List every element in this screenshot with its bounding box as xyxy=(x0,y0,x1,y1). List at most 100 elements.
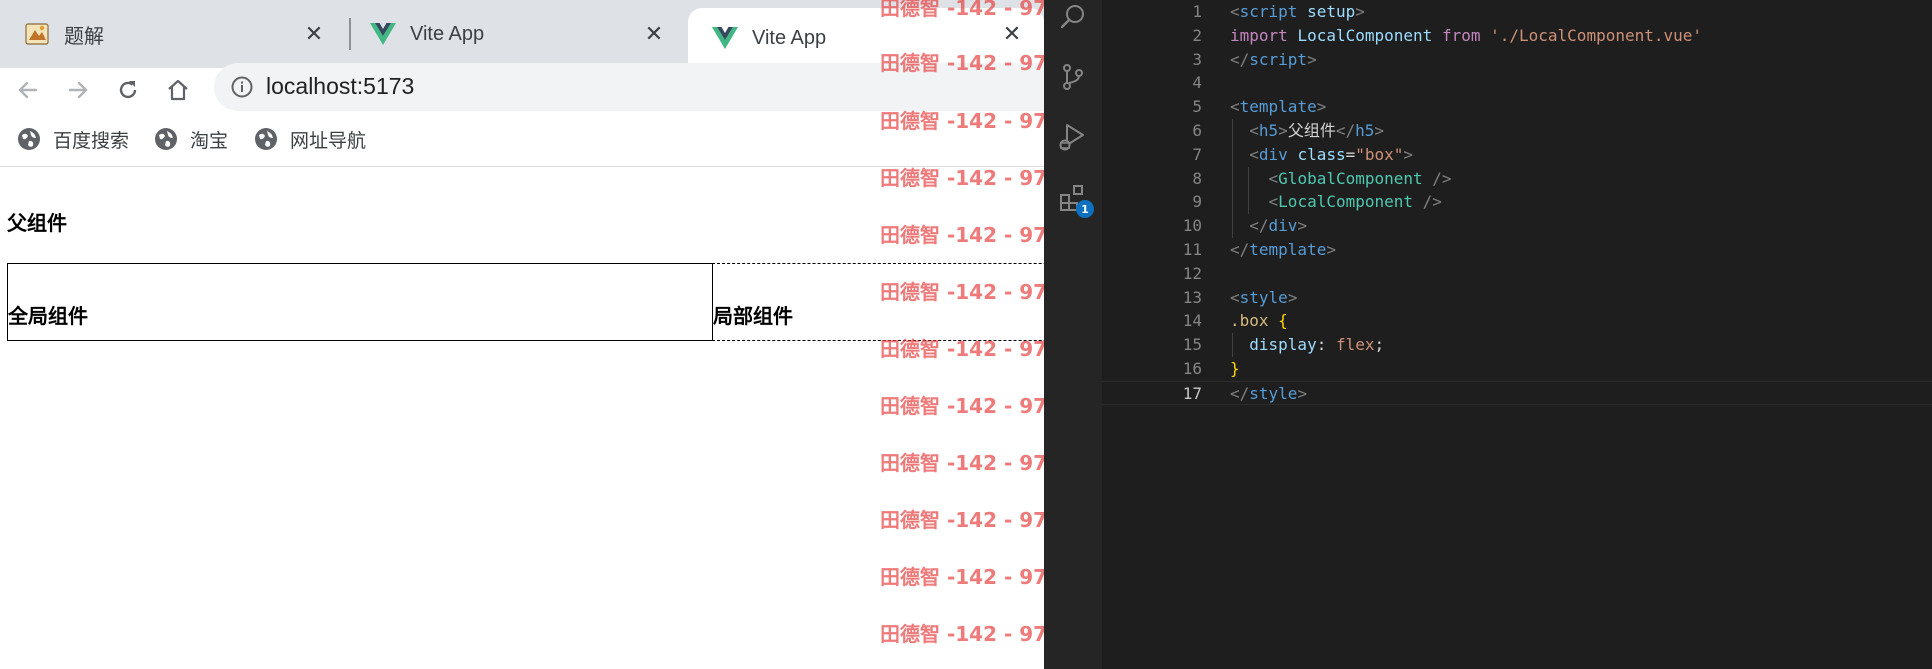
code-line[interactable]: 15 display: flex; xyxy=(1102,333,1932,357)
tab-3-close-icon[interactable]: ✕ xyxy=(998,20,1026,48)
address-bar[interactable]: localhost:5173 xyxy=(214,63,1044,111)
line-number: 1 xyxy=(1192,2,1202,21)
code-token: </ xyxy=(1249,216,1269,236)
code-text: </template> xyxy=(1230,238,1336,262)
reload-icon xyxy=(119,81,137,99)
bookmark-label: 百度搜索 xyxy=(53,129,130,152)
bookmark-baidu[interactable]: 百度搜索 xyxy=(17,124,129,154)
code-line[interactable]: 4 xyxy=(1102,71,1932,95)
home-button[interactable] xyxy=(160,72,196,108)
code-text: .box { xyxy=(1230,309,1288,333)
line-number: 3 xyxy=(1192,49,1202,69)
tab-3-active[interactable]: Vite App ✕ xyxy=(688,8,1044,68)
code-line[interactable]: 6 <h5>父组件</h5> xyxy=(1102,119,1932,143)
code-line[interactable]: 17 </style> xyxy=(1102,380,1932,405)
parent-component-heading: 父组件 xyxy=(7,211,67,235)
code-line[interactable]: 3 </script> xyxy=(1102,48,1932,72)
line-number: 14 xyxy=(1182,311,1202,331)
line-number: 12 xyxy=(1182,263,1202,283)
code-token: style xyxy=(1249,383,1298,403)
code-line[interactable]: 1 <script setup> xyxy=(1102,0,1932,24)
code-token: > xyxy=(1316,97,1327,117)
line-number: 4 xyxy=(1192,73,1202,93)
local-component-title: 局部组件 xyxy=(713,304,794,328)
line-number: 5 xyxy=(1192,97,1202,117)
forward-button[interactable] xyxy=(60,72,96,108)
bookmark-label: 网址导航 xyxy=(290,129,367,152)
code-token: </ xyxy=(1230,240,1250,259)
code-token: </ xyxy=(1230,383,1250,403)
code-line[interactable]: 11 </template> xyxy=(1102,238,1932,262)
code-line[interactable]: 12 xyxy=(1102,262,1932,286)
code-token: LocalComponent xyxy=(1278,192,1423,212)
code-text: </div> xyxy=(1230,214,1307,238)
code-line[interactable]: 8 <GlobalComponent /> xyxy=(1102,167,1932,191)
bookmark-taobao[interactable]: 淘宝 xyxy=(154,124,228,154)
code-line[interactable]: 9 <LocalComponent /> xyxy=(1102,190,1932,214)
indent-guide xyxy=(1248,166,1249,215)
code-token: > xyxy=(1278,121,1288,140)
indent-guide xyxy=(1232,333,1233,357)
code-line[interactable]: 13 <style> xyxy=(1102,286,1932,310)
code-line[interactable]: 10 </div> xyxy=(1102,214,1932,238)
code-token: script xyxy=(1249,49,1308,69)
tab-2-title: Vite App xyxy=(410,22,485,45)
line-number: 13 xyxy=(1182,287,1202,307)
bookmark-label: 淘宝 xyxy=(190,129,229,152)
code-token: < xyxy=(1249,121,1259,140)
code-token: script xyxy=(1239,2,1308,21)
code-token: > xyxy=(1307,49,1317,69)
code-text: <style> xyxy=(1230,286,1297,310)
tab-1-close-icon[interactable]: ✕ xyxy=(300,20,328,48)
code-token: h5 xyxy=(1258,121,1279,140)
site-info-icon[interactable] xyxy=(230,75,254,99)
tab-2[interactable]: Vite App ✕ xyxy=(346,8,686,60)
code-token: h5 xyxy=(1355,121,1375,140)
code-token: flex xyxy=(1335,335,1375,355)
code-area[interactable]: 1 <script setup> 2 import LocalComponent fr… xyxy=(1102,0,1932,669)
code-token: < xyxy=(1249,144,1259,164)
code-token: div xyxy=(1258,144,1298,164)
url-text[interactable]: localhost:5173 xyxy=(266,73,414,100)
run-debug-icon[interactable] xyxy=(1056,120,1090,154)
code-token: setup xyxy=(1307,2,1356,21)
code-token: > xyxy=(1403,144,1414,164)
page-content: 父组件 全局组件 局部组件 xyxy=(0,167,1044,669)
code-token: template xyxy=(1239,97,1317,117)
code-token: </ xyxy=(1335,121,1356,140)
code-token: { xyxy=(1278,311,1288,331)
tab-2-close-icon[interactable]: ✕ xyxy=(640,20,668,48)
code-token: LocalComponent xyxy=(1297,25,1442,45)
line-number: 15 xyxy=(1182,335,1202,355)
globe-icon xyxy=(155,128,177,150)
code-line[interactable]: 16} xyxy=(1102,357,1932,381)
code-text: <GlobalComponent /> xyxy=(1230,167,1452,191)
bookmark-nav[interactable]: 网址导航 xyxy=(254,124,366,154)
code-token: from xyxy=(1441,25,1491,45)
tab-1[interactable]: 题解 ✕ xyxy=(0,8,346,60)
line-number: 7 xyxy=(1192,144,1202,164)
code-line[interactable]: 2 import LocalComponent from './LocalComp… xyxy=(1102,24,1932,48)
line-number: 16 xyxy=(1182,359,1202,378)
code-token: > xyxy=(1374,121,1384,140)
reload-button[interactable] xyxy=(110,72,146,108)
code-token: > xyxy=(1297,383,1308,403)
code-line[interactable]: 7 <div class="box"> xyxy=(1102,143,1932,167)
line-number: 9 xyxy=(1192,192,1202,212)
source-control-icon[interactable] xyxy=(1056,60,1090,94)
back-button[interactable] xyxy=(10,72,46,108)
line-number: 6 xyxy=(1192,121,1202,140)
code-token: < xyxy=(1230,2,1240,21)
code-line[interactable]: 14 .box { xyxy=(1102,309,1932,333)
search-icon[interactable] xyxy=(1056,0,1090,34)
activity-bar: 1 xyxy=(1044,0,1102,669)
code-line[interactable]: 5 <template> xyxy=(1102,95,1932,119)
code-token: < xyxy=(1268,192,1279,212)
code-token: > xyxy=(1326,240,1336,259)
code-token: = xyxy=(1345,144,1356,164)
vue-logo-icon xyxy=(370,21,396,47)
code-token: ; xyxy=(1374,335,1385,355)
globe-icon xyxy=(255,128,277,150)
code-token: style xyxy=(1239,287,1288,307)
